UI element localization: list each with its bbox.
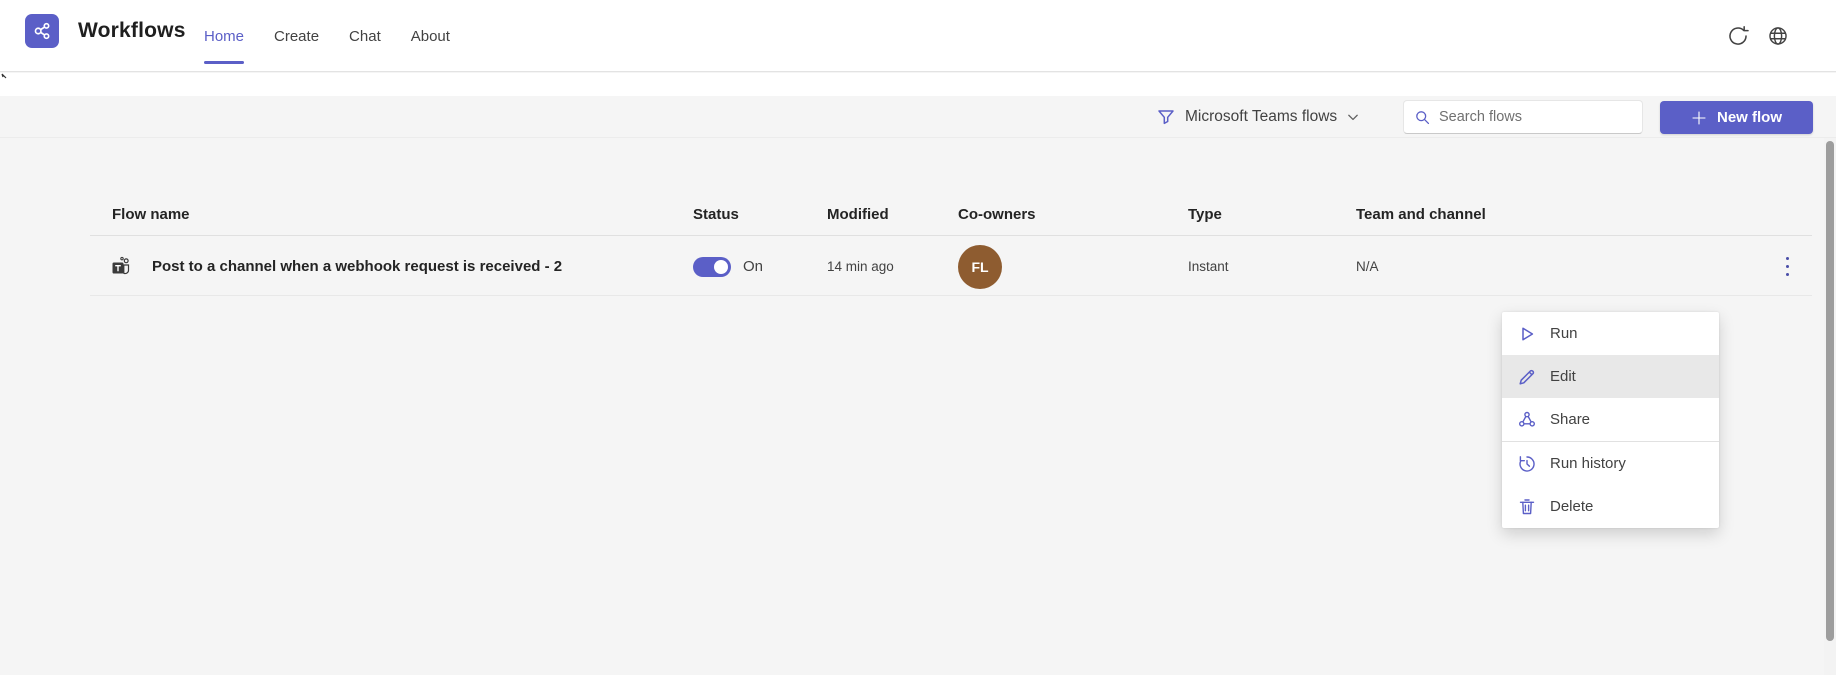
menu-item-label: Run [1550, 325, 1578, 342]
pencil-icon [1517, 367, 1537, 387]
menu-item-label: Share [1550, 411, 1590, 428]
search-box [1403, 100, 1643, 134]
plus-icon [1691, 110, 1707, 126]
trash-icon [1517, 497, 1537, 517]
status-toggle[interactable] [693, 257, 731, 277]
nav-tab-create[interactable]: Create [274, 0, 319, 72]
funnel-icon [1156, 107, 1176, 127]
page-title: Workflows [78, 19, 186, 43]
menu-item-label: Delete [1550, 498, 1593, 515]
team-channel-text: N/A [1356, 259, 1379, 274]
column-status: Status [693, 206, 739, 223]
flow-name-text: Post to a channel when a webhook request… [152, 258, 562, 275]
column-team-and-channel: Team and channel [1356, 206, 1486, 223]
flow-filter-dropdown[interactable]: Microsoft Teams flows [1156, 96, 1360, 138]
menu-item-edit[interactable]: Edit [1502, 355, 1719, 398]
column-co-owners: Co-owners [958, 206, 1036, 223]
new-flow-button[interactable]: New flow [1660, 101, 1813, 134]
stray-cursor-mark [1, 73, 9, 81]
history-icon [1517, 454, 1537, 474]
menu-item-label: Edit [1550, 368, 1576, 385]
nav-tab-chat[interactable]: Chat [349, 0, 381, 72]
nav-tab-about[interactable]: About [411, 0, 450, 72]
column-type: Type [1188, 206, 1222, 223]
row-context-menu: Run Edit Share Run history [1502, 312, 1719, 528]
workflows-app: Workflows Home Create Chat About [0, 0, 1836, 675]
toggle-knob [714, 260, 728, 274]
share-icon [1517, 410, 1537, 430]
vertical-scrollbar-track[interactable] [1824, 138, 1836, 675]
modified-text: 14 min ago [827, 259, 894, 274]
menu-item-run-history[interactable]: Run history [1502, 442, 1719, 485]
refresh-icon[interactable] [1726, 24, 1750, 48]
header-spacer [0, 73, 1836, 96]
flow-name-cell[interactable]: Post to a channel when a webhook request… [152, 237, 562, 296]
chevron-down-icon [1346, 110, 1360, 124]
filter-label: Microsoft Teams flows [1185, 108, 1337, 126]
search-input[interactable] [1439, 109, 1632, 125]
co-owners-cell: FL [958, 237, 1002, 296]
status-cell: On [693, 237, 763, 296]
table-row[interactable]: Post to a channel when a webhook request… [90, 237, 1812, 296]
app-header: Workflows Home Create Chat About [0, 0, 1836, 72]
flows-toolbar: Microsoft Teams flows New flow [0, 96, 1836, 138]
co-owner-avatar[interactable]: FL [958, 245, 1002, 289]
header-actions [1726, 0, 1790, 72]
type-text: Instant [1188, 259, 1229, 274]
play-icon [1517, 324, 1537, 344]
workflows-app-icon [25, 14, 59, 48]
teams-icon [110, 237, 132, 296]
top-nav: Home Create Chat About [204, 0, 450, 72]
row-more-options-button[interactable] [1776, 237, 1798, 296]
nav-tab-home[interactable]: Home [204, 0, 244, 72]
vertical-scrollbar-thumb[interactable] [1826, 141, 1834, 641]
menu-item-run[interactable]: Run [1502, 312, 1719, 355]
menu-item-delete[interactable]: Delete [1502, 485, 1719, 528]
modified-cell: 14 min ago [827, 237, 894, 296]
search-icon [1414, 109, 1431, 126]
flows-table-header: Flow name Status Modified Co-owners Type… [90, 196, 1812, 236]
type-cell: Instant [1188, 237, 1229, 296]
menu-item-label: Run history [1550, 455, 1626, 472]
team-channel-cell: N/A [1356, 237, 1379, 296]
column-modified: Modified [827, 206, 889, 223]
menu-item-share[interactable]: Share [1502, 398, 1719, 441]
share-network-icon [31, 20, 53, 42]
globe-icon[interactable] [1766, 24, 1790, 48]
column-flow-name: Flow name [112, 206, 190, 223]
new-flow-label: New flow [1717, 109, 1782, 126]
status-label: On [743, 258, 763, 275]
